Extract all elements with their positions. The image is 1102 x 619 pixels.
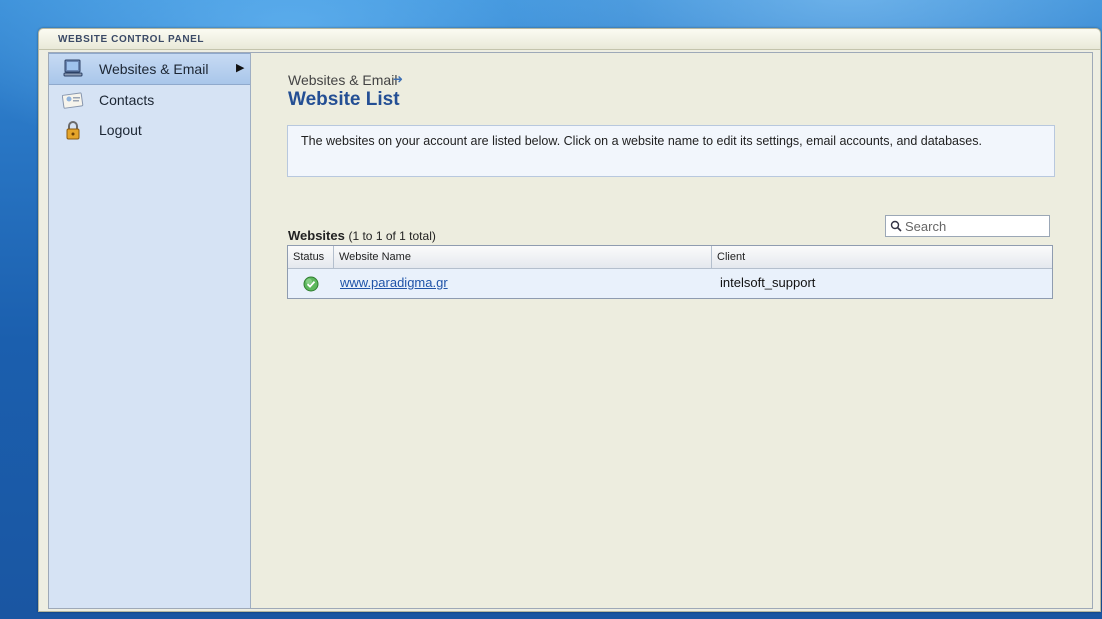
websites-section-title: Websites (1 to 1 of 1 total)	[288, 228, 436, 243]
table-row[interactable]: www.paradigma.gr intelsoft_support	[288, 269, 1052, 298]
window-title: WEBSITE CONTROL PANEL	[58, 34, 205, 45]
search-input[interactable]	[905, 217, 1045, 235]
lock-icon	[66, 121, 80, 140]
column-header-status[interactable]: Status	[288, 246, 334, 268]
sidebar: Websites & Email ▶ Contacts Logout	[49, 53, 251, 608]
breadcrumb-arrow-icon: ➜	[393, 72, 404, 86]
breadcrumb-link[interactable]: Websites & Email	[288, 72, 397, 88]
window-titlebar: WEBSITE CONTROL PANEL	[39, 29, 1100, 50]
column-header-client[interactable]: Client	[712, 246, 1052, 268]
sidebar-item-label: Logout	[99, 122, 142, 138]
page-title: Website List	[288, 89, 400, 110]
sidebar-item-websites-email[interactable]: Websites & Email ▶	[49, 53, 250, 85]
chevron-right-icon: ▶	[236, 62, 245, 74]
info-box: The websites on your account are listed …	[287, 125, 1055, 177]
main-frame: Websites & Email ▶ Contacts Logout Websi…	[48, 52, 1093, 609]
info-text: The websites on your account are listed …	[301, 134, 982, 148]
search-box[interactable]	[885, 215, 1050, 237]
control-panel-window: WEBSITE CONTROL PANEL Websites & Email ▶	[38, 28, 1101, 612]
column-header-website-name[interactable]: Website Name	[334, 246, 712, 268]
search-icon	[890, 220, 902, 232]
content-area: Websites & Email ➜ Website List The webs…	[251, 53, 1092, 608]
table-header: Status Website Name Client	[288, 246, 1052, 269]
websites-table: Status Website Name Client www.paradigma…	[287, 245, 1053, 299]
computer-icon	[63, 59, 83, 77]
results-count: (1 to 1 of 1 total)	[348, 229, 436, 243]
contact-card-icon	[62, 92, 84, 109]
sidebar-item-contacts[interactable]: Contacts	[49, 85, 250, 115]
sidebar-item-label: Contacts	[99, 92, 155, 108]
sidebar-item-label: Websites & Email	[99, 61, 209, 77]
client-cell: intelsoft_support	[720, 275, 816, 290]
section-title-label: Websites	[288, 228, 345, 243]
website-name-link[interactable]: www.paradigma.gr	[340, 275, 448, 290]
check-circle-icon	[303, 276, 319, 292]
sidebar-item-logout[interactable]: Logout	[49, 115, 250, 145]
